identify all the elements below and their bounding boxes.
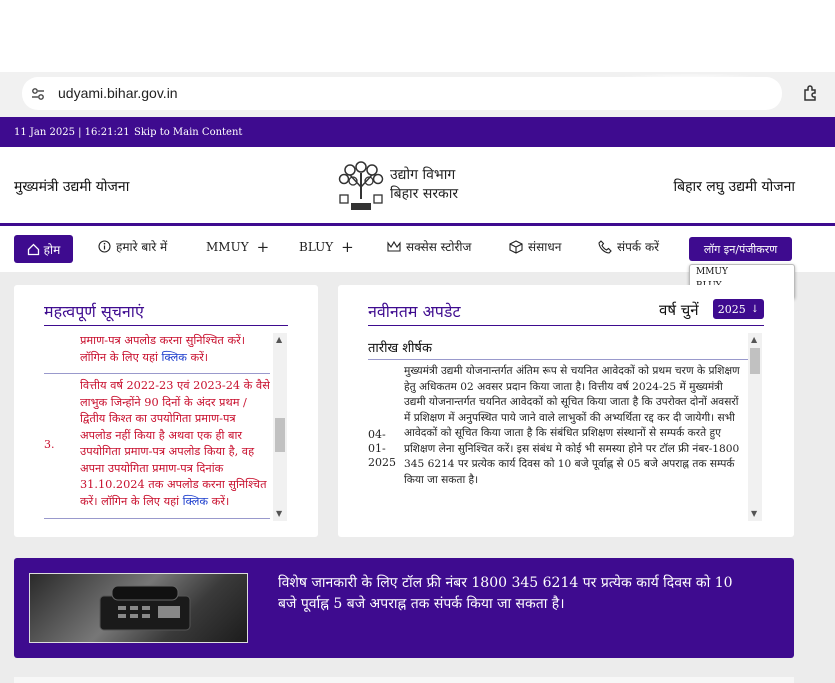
bihar-emblem-logo[interactable] [336, 157, 386, 213]
nav-resources-label: संसाधन [528, 240, 562, 254]
notice-number: 3. [44, 438, 55, 451]
notice-tail-line2: लॉगिन के लिए यहां क्लिक करें। [80, 350, 270, 367]
notice-tail-text: लॉगिन के लिए यहां [80, 350, 162, 364]
year-select-label: वर्ष चुनें [659, 301, 699, 319]
nav-mmuy-label: MMUY [206, 240, 249, 254]
login-register-button[interactable]: लॉग इन/पंजीकरण [689, 237, 792, 261]
datetime-text: 11 Jan 2025 | 16:21:21 [14, 127, 130, 138]
nav-success-label: सक्सेस स्टोरीज [406, 240, 472, 254]
list-item: वित्तीय वर्ष 2022-23 एवं 2023-24 के वैसे… [80, 378, 270, 510]
dropdown-item-mmuy[interactable]: MMUY [690, 265, 794, 279]
nav-home-button[interactable]: होम [14, 235, 73, 263]
notice-divider [44, 518, 270, 519]
updates-header-underline [368, 359, 748, 360]
nav-resources[interactable]: संसाधन [509, 238, 561, 255]
site-settings-icon[interactable] [30, 86, 46, 102]
updates-title-underline [368, 325, 764, 326]
dept-line-1: उद्योग विभाग [390, 167, 456, 183]
phone-icon [598, 239, 612, 254]
notice-3-end: करें। [208, 494, 230, 508]
department-name: उद्योग विभाग बिहार सरकार [390, 166, 458, 204]
year-select-value: 2025 [717, 302, 746, 316]
updates-scrollbar-thumb[interactable] [750, 348, 760, 374]
nav-mmuy[interactable]: MMUY + [206, 238, 269, 256]
blurred-region [600, 74, 780, 108]
notice-3-text: वित्तीय वर्ष 2022-23 एवं 2023-24 के वैसे… [80, 379, 270, 508]
nav-home-label: होम [43, 242, 61, 257]
nav-about[interactable]: हमारे बारे में [98, 238, 167, 255]
notices-title: महत्वपूर्ण सूचनाएं [44, 302, 144, 321]
year-select[interactable]: 2025 ↓ [713, 299, 764, 319]
top-blank-area [0, 0, 835, 72]
home-icon [27, 243, 39, 255]
scroll-up-arrow-icon[interactable]: ▲ [276, 335, 282, 344]
box-icon [509, 239, 523, 254]
info-icon [98, 240, 111, 253]
helpline-text: विशेष जानकारी के लिए टॉल फ्री नंबर 1800 … [278, 575, 733, 612]
notices-list: प्रमाण-पत्र अपलोड करना सुनिश्चित करें। ल… [30, 333, 270, 521]
scroll-down-arrow-icon[interactable]: ▼ [276, 509, 282, 518]
footer-section-edge [14, 677, 794, 683]
nav-success[interactable]: सक्सेस स्टोरीज [387, 238, 471, 255]
arrow-down-icon: ↓ [750, 303, 760, 315]
plus-icon: + [341, 238, 354, 256]
telephone-icon [99, 585, 191, 631]
notices-scrollbar-thumb[interactable] [275, 418, 285, 452]
dept-line-2: बिहार सरकार [390, 186, 459, 202]
click-here-link[interactable]: क्लिक [183, 495, 208, 508]
nav-bluy-label: BLUY [299, 240, 334, 254]
mmuy-title[interactable]: मुख्यमंत्री उद्यमी योजना [14, 177, 129, 196]
nav-contact[interactable]: संपर्क करें [598, 238, 659, 255]
nav-bluy[interactable]: BLUY + [299, 238, 354, 256]
updates-title: नवीनतम अपडेट [368, 302, 461, 321]
nav-contact-label: संपर्क करें [617, 240, 660, 254]
scroll-up-arrow-icon[interactable]: ▲ [751, 335, 757, 344]
bluy-title[interactable]: बिहार लघु उद्यमी योजना [673, 177, 795, 196]
list-item: प्रमाण-पत्र अपलोड करना सुनिश्चित करें। ल… [80, 333, 270, 366]
update-date: 04-01-2025 [368, 428, 396, 469]
notice-tail-end: करें। [186, 350, 209, 364]
scroll-down-arrow-icon[interactable]: ▼ [751, 509, 757, 518]
notices-title-underline [44, 325, 288, 326]
telephone-image [29, 573, 248, 643]
update-text: मुख्यमंत्री उद्यमी योजनान्तर्गत अंतिम रू… [404, 365, 740, 486]
extensions-icon[interactable] [802, 84, 820, 102]
notice-tail-line1: प्रमाण-पत्र अपलोड करना सुनिश्चित करें। [80, 334, 246, 347]
skip-link[interactable]: Skip to Main Content [134, 127, 242, 138]
click-here-link[interactable]: क्लिक [162, 351, 187, 364]
utility-bar: 11 Jan 2025 | 16:21:21 Skip to Main Cont… [0, 117, 835, 147]
plus-icon: + [256, 238, 270, 256]
crown-icon [387, 240, 401, 252]
nav-about-label: हमारे बारे में [116, 240, 168, 254]
notice-divider [44, 373, 270, 374]
url-text: udyami.bihar.gov.in [58, 85, 178, 101]
updates-column-header: तारीख शीर्षक [368, 341, 432, 356]
